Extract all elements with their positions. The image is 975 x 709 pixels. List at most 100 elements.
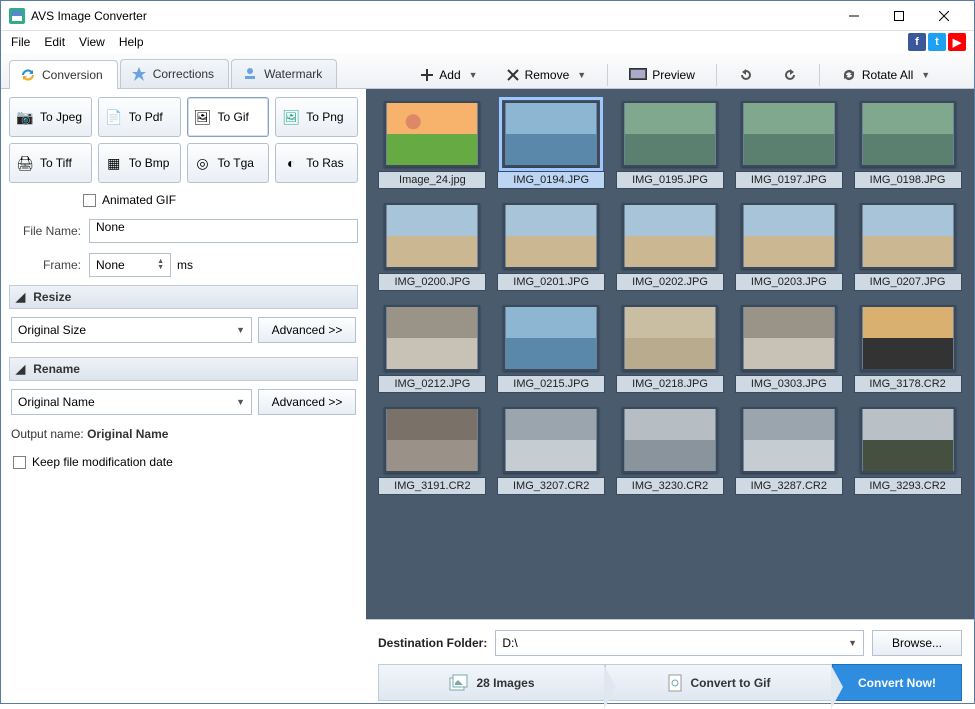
thumbnail[interactable]: IMG_0198.JPG: [853, 101, 962, 189]
collapse-icon[interactable]: ◢: [16, 290, 25, 304]
animated-gif-checkbox[interactable]: [83, 194, 96, 207]
filename-input[interactable]: None: [89, 219, 358, 243]
thumb-caption: IMG_0194.JPG: [497, 171, 605, 189]
tab-label: Watermark: [264, 67, 322, 81]
remove-button[interactable]: Remove▼: [495, 63, 598, 87]
thumbnail[interactable]: IMG_3178.CR2: [853, 305, 962, 393]
thumbnail[interactable]: IMG_0200.JPG: [378, 203, 487, 291]
dest-label: Destination Folder:: [378, 636, 487, 650]
fmt-label: To Gif: [218, 110, 249, 124]
rotate-all-button[interactable]: Rotate All ▼: [830, 62, 941, 88]
thumbnail[interactable]: IMG_0207.JPG: [853, 203, 962, 291]
app-icon: [9, 8, 25, 24]
gif-icon: 🖼: [194, 108, 212, 126]
menu-view[interactable]: View: [73, 33, 111, 51]
thumbnail[interactable]: IMG_0195.JPG: [616, 101, 725, 189]
thumbnail[interactable]: IMG_0212.JPG: [378, 305, 487, 393]
thumbnail[interactable]: IMG_0202.JPG: [616, 203, 725, 291]
resize-combo[interactable]: Original Size▼: [11, 317, 252, 343]
format-ras[interactable]: ◐To Ras: [275, 143, 358, 183]
format-tiff[interactable]: 🖨To Tiff: [9, 143, 92, 183]
thumb-caption: IMG_3191.CR2: [378, 477, 486, 495]
thumb-image: [860, 407, 956, 473]
filename-label: File Name:: [9, 224, 81, 238]
youtube-icon[interactable]: ▶: [948, 33, 966, 51]
format-bmp[interactable]: ▦To Bmp: [98, 143, 181, 183]
thumb-image: [503, 305, 599, 371]
thumb-caption: IMG_0218.JPG: [616, 375, 724, 393]
btn-label: Add: [439, 68, 460, 82]
step-label: Convert to Gif: [691, 676, 771, 690]
thumbnail[interactable]: IMG_0197.JPG: [734, 101, 843, 189]
tab-corrections[interactable]: Corrections: [120, 59, 229, 88]
thumb-image: [384, 407, 480, 473]
thumbnail[interactable]: IMG_0203.JPG: [734, 203, 843, 291]
facebook-icon[interactable]: f: [908, 33, 926, 51]
menu-edit[interactable]: Edit: [38, 33, 71, 51]
format-jpeg[interactable]: 📷To Jpeg: [9, 97, 92, 137]
twitter-icon[interactable]: t: [928, 33, 946, 51]
keep-date-checkbox[interactable]: [13, 456, 26, 469]
minimize-button[interactable]: [831, 2, 876, 30]
fmt-label: To Tga: [218, 156, 254, 170]
menu-help[interactable]: Help: [113, 33, 150, 51]
separator: [819, 64, 820, 86]
thumbnail[interactable]: Image_24.jpg: [378, 101, 487, 189]
dest-combo[interactable]: D:\▼: [495, 630, 864, 656]
dropdown-icon: ▼: [469, 70, 478, 80]
thumb-image: [622, 203, 718, 269]
close-button[interactable]: [921, 2, 966, 30]
stamp-icon: [242, 66, 258, 82]
pdf-icon: 📄: [105, 108, 123, 126]
convert-button[interactable]: Convert Now!: [832, 664, 962, 701]
thumb-caption: IMG_0203.JPG: [735, 273, 843, 291]
collapse-icon[interactable]: ◢: [16, 362, 25, 376]
dropdown-icon: ▼: [236, 325, 245, 335]
rotate-left-button[interactable]: [727, 62, 765, 88]
dest-value: D:\: [502, 636, 517, 650]
add-button[interactable]: Add ▼: [409, 63, 488, 87]
format-gif[interactable]: 🖼 To Gif: [187, 97, 270, 137]
rename-section: ◢Rename Original Name▼ Advanced >> Outpu…: [9, 357, 358, 445]
thumbnail[interactable]: IMG_3207.CR2: [497, 407, 606, 495]
format-png[interactable]: 🖼To Png: [275, 97, 358, 137]
thumb-caption: IMG_0215.JPG: [497, 375, 605, 393]
output-value: Original Name: [87, 427, 168, 441]
rotate-right-button[interactable]: [771, 62, 809, 88]
fmt-label: To Jpeg: [40, 110, 82, 124]
thumb-image: [741, 407, 837, 473]
thumbnail[interactable]: IMG_0215.JPG: [497, 305, 606, 393]
format-tga[interactable]: ◎To Tga: [187, 143, 270, 183]
frame-unit: ms: [177, 258, 193, 272]
thumbnail[interactable]: IMG_3287.CR2: [734, 407, 843, 495]
btn-label: Advanced >>: [272, 395, 343, 409]
dropdown-icon: ▼: [921, 70, 930, 80]
thumbnail[interactable]: IMG_0201.JPG: [497, 203, 606, 291]
btn-label: Remove: [525, 68, 570, 82]
fmt-label: To Png: [306, 110, 343, 124]
thumbnail[interactable]: IMG_3230.CR2: [616, 407, 725, 495]
rename-combo[interactable]: Original Name▼: [11, 389, 252, 415]
thumbnail[interactable]: IMG_0218.JPG: [616, 305, 725, 393]
menu-file[interactable]: File: [5, 33, 36, 51]
rename-advanced[interactable]: Advanced >>: [258, 389, 356, 415]
browse-button[interactable]: Browse...: [872, 630, 962, 656]
frame-spin[interactable]: None▲▼: [89, 253, 171, 277]
tab-conversion[interactable]: Conversion: [9, 60, 118, 89]
thumbnail[interactable]: IMG_0303.JPG: [734, 305, 843, 393]
thumbnail[interactable]: IMG_3293.CR2: [853, 407, 962, 495]
thumbnail[interactable]: IMG_3191.CR2: [378, 407, 487, 495]
titlebar: AVS Image Converter: [1, 1, 974, 31]
resize-advanced[interactable]: Advanced >>: [258, 317, 356, 343]
thumbnail-gallery[interactable]: Image_24.jpgIMG_0194.JPGIMG_0195.JPGIMG_…: [366, 89, 974, 619]
frame-label: Frame:: [9, 258, 81, 272]
output-label: Output name:: [11, 427, 84, 441]
btn-label: Rotate All: [862, 68, 913, 82]
tab-watermark[interactable]: Watermark: [231, 59, 337, 88]
maximize-button[interactable]: [876, 2, 921, 30]
thumbnail[interactable]: IMG_0194.JPG: [497, 101, 606, 189]
preview-button[interactable]: Preview: [618, 63, 706, 87]
format-pdf[interactable]: 📄To Pdf: [98, 97, 181, 137]
btn-label: Preview: [652, 68, 695, 82]
plus-icon: [420, 68, 434, 82]
